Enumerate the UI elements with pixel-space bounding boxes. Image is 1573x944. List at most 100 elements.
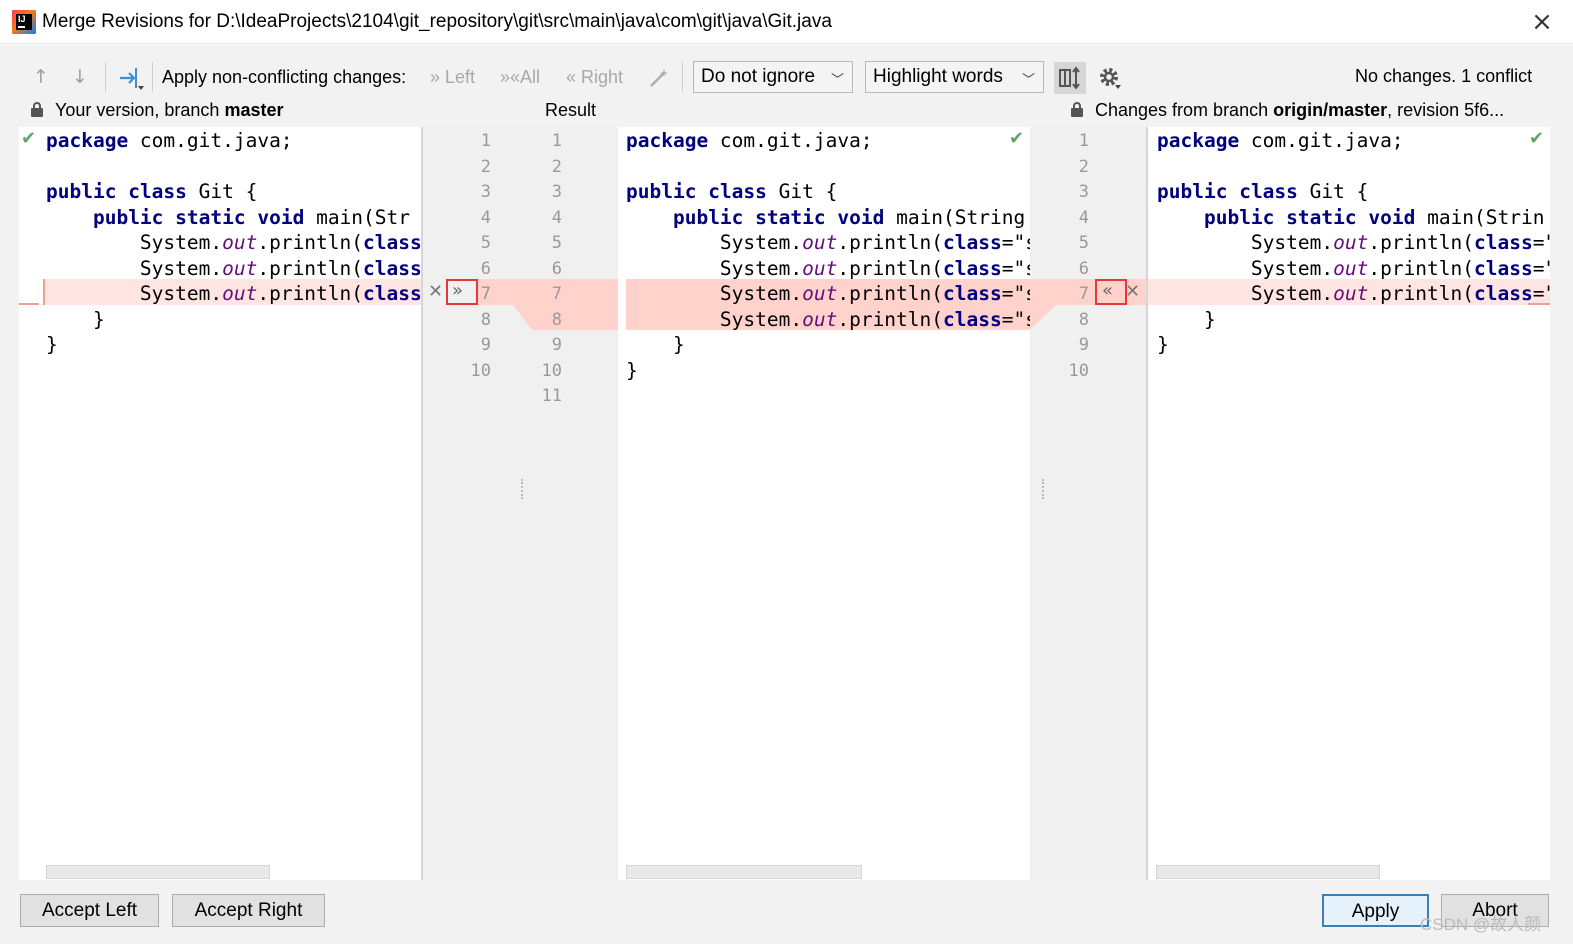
line-number: 5 [480, 233, 491, 253]
sync-scroll-toggle-icon[interactable] [1054, 62, 1086, 94]
watermark: CSDN @故人颜 [1420, 915, 1542, 934]
merge-status-text: No changes. 1 conflict [1355, 66, 1533, 86]
right-pane-header: Changes from branch origin/master, revis… [1095, 100, 1505, 120]
result-horizontal-scrollbar[interactable] [626, 865, 862, 879]
splitter-grip[interactable] [1042, 479, 1046, 499]
accept-right-change-icon[interactable]: « [1102, 280, 1113, 301]
lock-icon [1071, 102, 1083, 117]
line-number: 9 [551, 335, 562, 355]
lock-icon [31, 102, 43, 117]
title-bar: IJ Merge Revisions for D:\IdeaProjects\2… [0, 0, 1573, 44]
left-editor[interactable]: ✔ package com.git.java; public class Git… [19, 127, 421, 880]
code-line: package com.git.java; [46, 129, 293, 152]
code-line: package com.git.java; [626, 129, 873, 152]
line-number: 4 [1078, 207, 1089, 228]
result-editor[interactable]: ✔ package com.git.java; public class Git… [618, 127, 1030, 880]
line-number: 1 [480, 131, 491, 151]
line-number: 3 [480, 182, 491, 202]
line-number: 2 [1078, 156, 1089, 177]
right-merge-gutter: 1 2 3 4 5 6 7 8 9 10 « ✕ [1030, 127, 1148, 880]
apply-right-button[interactable]: « Right [566, 67, 623, 88]
line-number: 4 [551, 207, 562, 228]
line-number: 5 [551, 233, 562, 253]
code-line: public class Git { [46, 180, 258, 203]
apply-nonconflicting-label: Apply non-conflicting changes: [162, 67, 407, 87]
code-line: System.out.println(class="str">"githu [1157, 282, 1550, 305]
line-number: 8 [480, 309, 491, 330]
code-line: System.out.println(class="str">"github [626, 282, 1030, 305]
line-number: 6 [551, 258, 562, 279]
code-line: System.out.println(class="str">"githu [1157, 256, 1550, 280]
accept-left-button[interactable]: Accept Left [20, 894, 159, 927]
code-line: } [1157, 333, 1169, 356]
line-number: 1 [1078, 131, 1089, 151]
line-number: 6 [1078, 258, 1089, 279]
close-icon[interactable]: × [1528, 8, 1556, 36]
gutter-border [421, 127, 423, 880]
apply-button[interactable]: Apply [1322, 894, 1429, 927]
accept-left-change-icon[interactable]: » [452, 280, 463, 301]
code-line: System.out.println(class="str">"idea端 [626, 307, 1030, 331]
code-line: } [626, 333, 685, 356]
code-line: System.out.println(class="str">"ide [46, 282, 421, 305]
code-line: public class Git { [1157, 180, 1369, 203]
ignore-right-change-icon[interactable]: ✕ [1125, 281, 1140, 302]
line-number: 8 [551, 309, 562, 330]
toolbar-separator [152, 62, 153, 92]
ignore-whitespace-combo[interactable]: Do not ignore ﹀ [693, 61, 853, 93]
next-difference-icon[interactable]: ↓ [72, 67, 88, 87]
right-editor[interactable]: ✔ package com.git.java; public class Git… [1148, 127, 1550, 880]
intellij-app-icon: IJ [12, 10, 36, 34]
resolved-check-icon: ✔ [21, 128, 37, 149]
code-line: System.out.println(class="str">"git [46, 256, 421, 280]
previous-difference-icon[interactable]: ↑ [33, 67, 49, 87]
line-number: 8 [1078, 309, 1089, 330]
left-merge-gutter: 1 2 3 4 5 6 7 8 9 10 1 2 3 4 5 6 7 8 9 10 11 ✕ » [421, 127, 618, 880]
apply-right-icon: « [566, 67, 577, 87]
toolbar-separator [682, 62, 683, 92]
line-number: 3 [551, 182, 562, 202]
line-number: 10 [1068, 360, 1089, 381]
accept-right-button[interactable]: Accept Right [172, 894, 325, 927]
right-code-text[interactable]: package com.git.java; public class Git {… [1157, 128, 1550, 358]
splitter-grip[interactable] [521, 479, 525, 499]
settings-gear-icon[interactable] [1098, 66, 1122, 90]
change-marker [19, 303, 39, 305]
line-number: 10 [541, 360, 562, 381]
line-number: 4 [480, 207, 491, 228]
line-number: 3 [1078, 182, 1089, 202]
code-line: } [46, 307, 105, 331]
apply-non-conflicting-icon[interactable] [116, 64, 146, 92]
code-line: } [1157, 307, 1216, 331]
right-horizontal-scrollbar[interactable] [1156, 865, 1380, 879]
apply-all-icon: »« [500, 67, 521, 87]
highlight-mode-combo[interactable]: Highlight words ﹀ [865, 61, 1044, 93]
magic-wand-icon[interactable] [647, 66, 671, 90]
code-line: System.out.println(class="str">"idea端 [626, 231, 1030, 254]
toolbar-separator [105, 62, 106, 92]
code-line: } [626, 358, 638, 382]
ignore-left-change-icon[interactable]: ✕ [428, 281, 443, 302]
code-line: package com.git.java; [1157, 129, 1404, 152]
line-number: 2 [480, 156, 491, 177]
left-code-text[interactable]: package com.git.java; public class Git {… [46, 128, 421, 358]
line-number: 11 [541, 386, 562, 406]
apply-all-button[interactable]: »«All [500, 67, 540, 88]
result-code-text[interactable]: package com.git.java; public class Git {… [626, 128, 1030, 383]
window-title: Merge Revisions for D:\IdeaProjects\2104… [42, 11, 832, 32]
line-number: 7 [551, 284, 562, 304]
change-marker [43, 279, 45, 305]
line-number: 10 [470, 360, 491, 381]
code-line: public static void main(Str [92, 205, 411, 229]
left-horizontal-scrollbar[interactable] [46, 865, 270, 879]
apply-left-button[interactable]: » Left [430, 67, 475, 88]
line-number: 9 [1078, 335, 1089, 355]
line-number: 7 [1078, 284, 1089, 304]
chevron-down-icon: ﹀ [1021, 73, 1035, 88]
code-line: System.out.println(class="str">"github [626, 256, 1030, 280]
line-number: 5 [1078, 233, 1089, 253]
code-line: System.out.println(class="str">"idea端 [1157, 231, 1550, 254]
